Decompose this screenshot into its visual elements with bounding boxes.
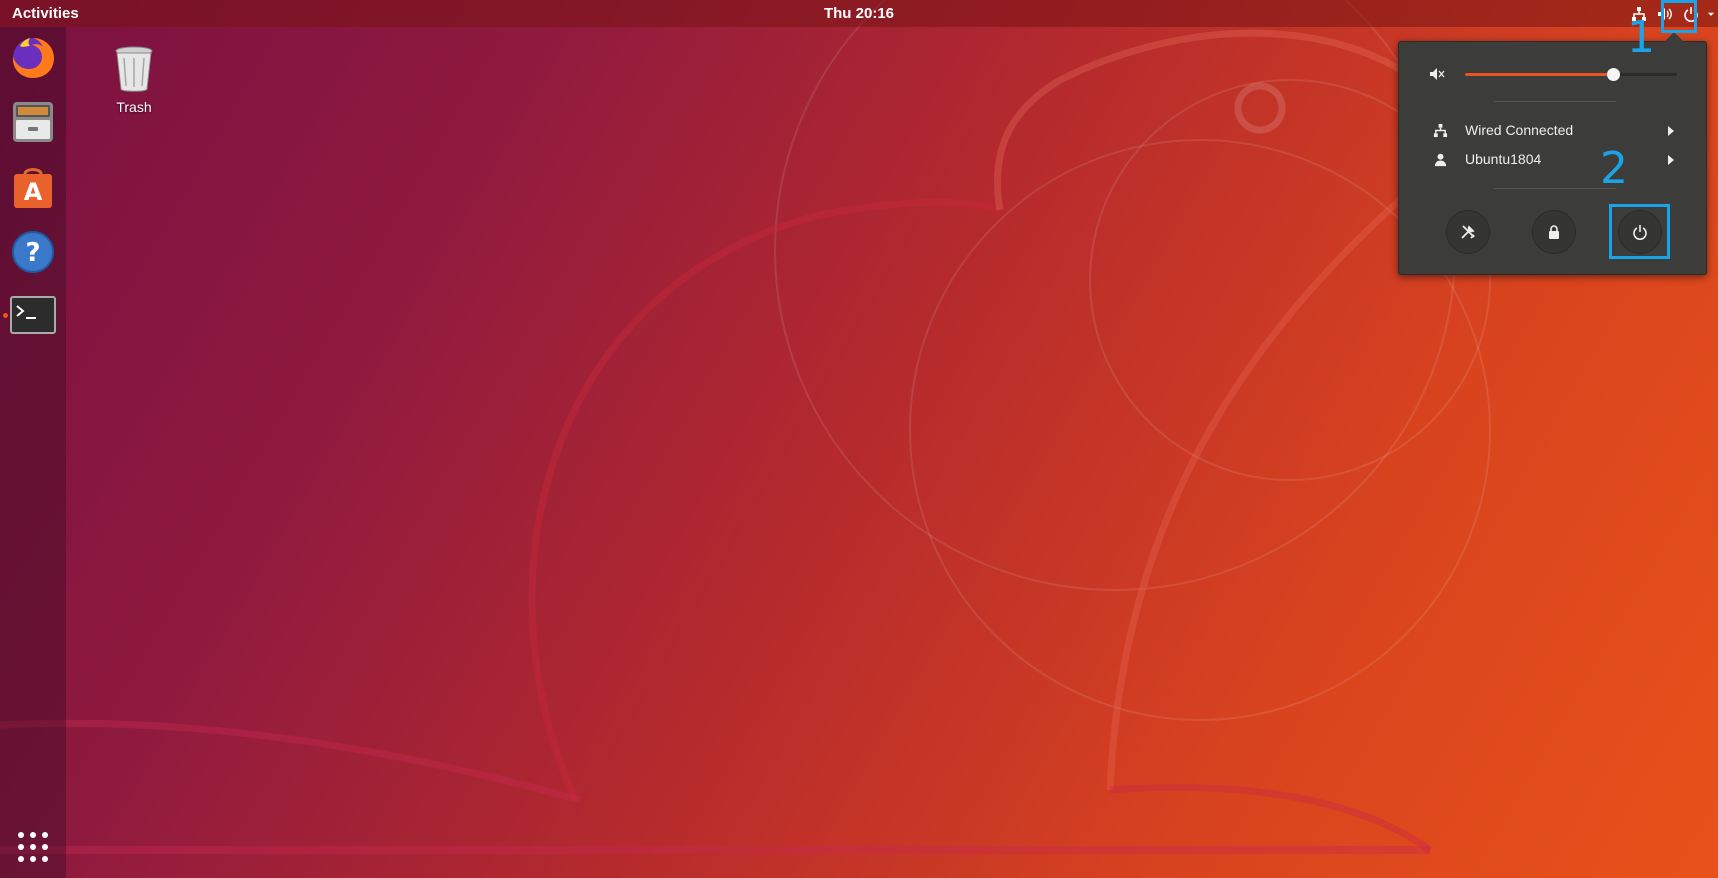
top-bar: Activities Thu 20:16 — [0, 0, 1718, 27]
network-label: Wired Connected — [1465, 122, 1574, 138]
volume-row — [1429, 62, 1679, 86]
volume-slider-handle[interactable] — [1607, 68, 1621, 81]
trash-label: Trash — [116, 99, 152, 115]
lock-icon — [1549, 225, 1559, 239]
annotation-label-1: 1 — [1627, 12, 1655, 63]
files-icon[interactable] — [8, 97, 58, 147]
network-icon — [1433, 123, 1448, 138]
submenu-arrow-icon — [1668, 155, 1674, 165]
separator — [1494, 188, 1616, 189]
separator — [1494, 101, 1616, 102]
volume-muted-icon — [1430, 68, 1445, 80]
svg-text:?: ? — [25, 238, 40, 268]
network-menu-item[interactable]: Wired Connected — [1399, 118, 1704, 144]
user-menu-item[interactable]: Ubuntu1804 — [1399, 147, 1704, 173]
user-icon — [1434, 153, 1447, 167]
annotation-label-2: 2 — [1600, 143, 1628, 194]
submenu-arrow-icon — [1668, 126, 1674, 136]
help-icon[interactable]: ? — [8, 227, 58, 277]
trash-desktop-icon[interactable]: Trash — [108, 44, 160, 115]
volume-slider-fill — [1465, 73, 1614, 76]
trash-icon — [115, 46, 153, 92]
clock[interactable]: Thu 20:16 — [0, 5, 1718, 22]
annotation-box-2 — [1609, 204, 1670, 259]
settings-icon — [1461, 225, 1475, 239]
settings-button[interactable] — [1446, 210, 1490, 254]
volume-slider[interactable] — [1465, 68, 1677, 81]
user-label: Ubuntu1804 — [1465, 151, 1542, 167]
show-applications-icon[interactable] — [16, 830, 50, 864]
software-center-icon[interactable]: A — [8, 162, 58, 212]
firefox-icon[interactable] — [8, 32, 58, 82]
lock-button[interactable] — [1532, 210, 1576, 254]
annotation-box-1 — [1661, 0, 1697, 33]
dropdown-arrow-icon[interactable] — [1704, 0, 1718, 27]
dock: A ? — [0, 27, 66, 878]
terminal-icon[interactable] — [8, 290, 58, 340]
svg-text:A: A — [24, 178, 43, 206]
